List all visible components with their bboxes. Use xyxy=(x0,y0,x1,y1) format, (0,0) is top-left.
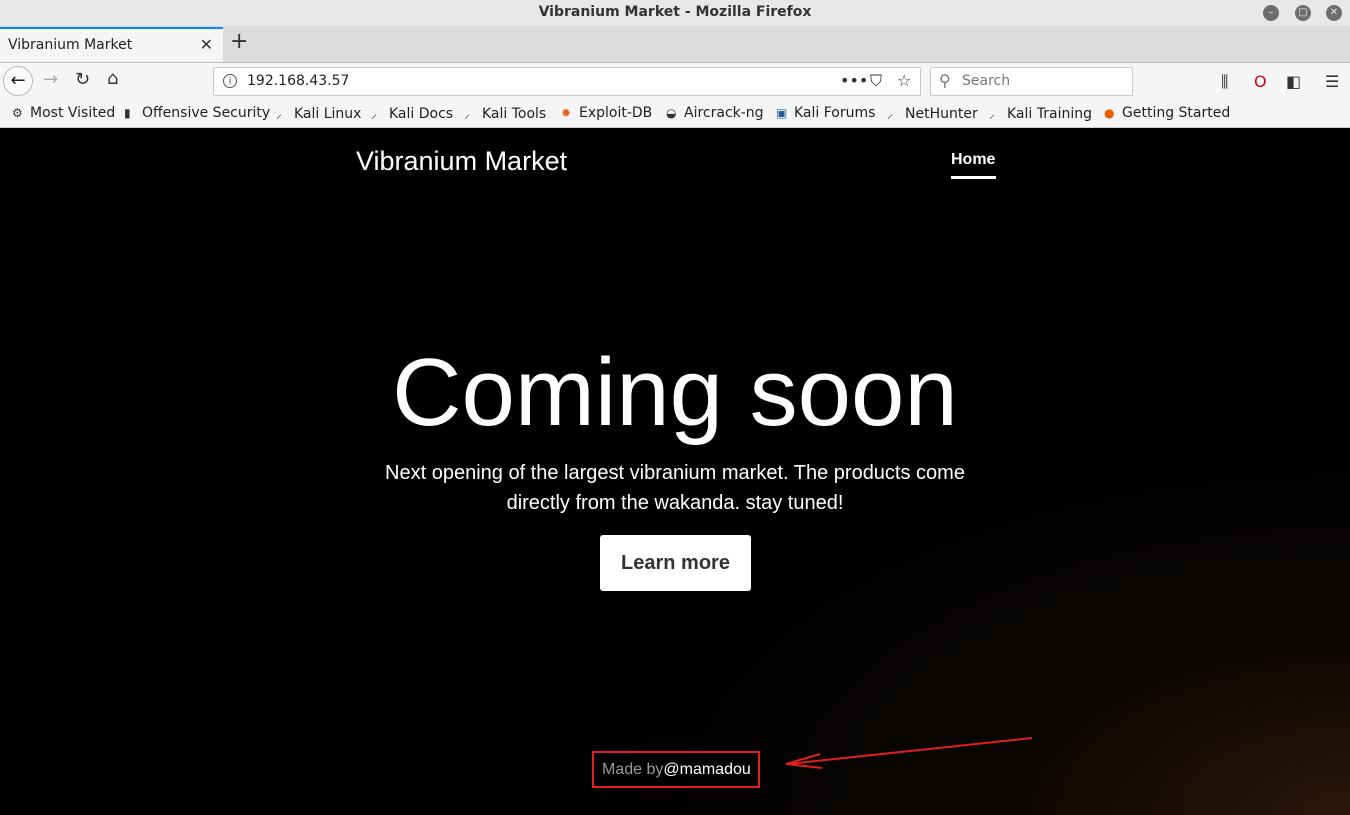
opera-icon[interactable]: O xyxy=(1254,72,1267,91)
info-icon[interactable]: i xyxy=(223,74,237,88)
new-tab-icon[interactable]: + xyxy=(230,29,248,54)
footer-highlight-box: Made by@mamadou xyxy=(592,751,760,788)
footer-author-link[interactable]: @mamadou xyxy=(663,761,750,778)
hero-headline: Coming soon xyxy=(392,339,958,446)
search-input[interactable]: Search xyxy=(962,73,1010,89)
bookmark-star-icon[interactable]: ☆ xyxy=(897,71,911,90)
window-title: Vibranium Market - Mozilla Firefox xyxy=(538,4,812,20)
arrow-shaft xyxy=(787,737,1033,765)
navigation-toolbar: ← → ↻ ⌂ i 192.168.43.57 ••• ⛉ ☆ ⚲ Search… xyxy=(0,63,1350,100)
hero-lead: Next opening of the largest vibranium ma… xyxy=(385,462,965,514)
page-actions-icon[interactable]: ••• xyxy=(840,71,868,90)
bookmark-aircrack-ng[interactable]: ◒ Aircrack-ng xyxy=(666,105,764,121)
learn-more-button[interactable]: Learn more xyxy=(600,535,751,591)
reload-icon[interactable]: ↻ xyxy=(75,69,90,90)
bookmark-kali-docs[interactable]: ⸝ Kali Docs xyxy=(371,105,453,122)
url-input[interactable]: 192.168.43.57 xyxy=(247,73,349,89)
bookmark-kali-linux[interactable]: ⸝ Kali Linux xyxy=(276,105,361,122)
close-window-icon[interactable]: ✕ xyxy=(1326,5,1342,21)
exploit-db-icon: ✹ xyxy=(561,106,572,120)
bookmark-offensive-security[interactable]: ▮ Offensive Security xyxy=(124,105,270,121)
kali-icon: ⸝ xyxy=(464,107,471,121)
window-titlebar: Vibranium Market - Mozilla Firefox – □ ✕ xyxy=(0,0,1350,27)
sidebar-icon[interactable]: ◧ xyxy=(1286,72,1301,91)
aircrack-icon: ◒ xyxy=(666,106,677,120)
bookmark-kali-forums[interactable]: ▣ Kali Forums xyxy=(776,105,875,121)
back-icon[interactable]: ← xyxy=(3,66,33,96)
bookmark-getting-started[interactable]: ● Getting Started xyxy=(1104,105,1230,121)
tab-bar: Vibranium Market ✕ + xyxy=(0,27,1350,63)
bookmark-exploit-db[interactable]: ✹ Exploit-DB xyxy=(561,105,652,121)
bookmark-most-visited[interactable]: ⚙ Most Visited xyxy=(12,105,115,121)
nav-active-indicator xyxy=(951,176,996,179)
page-content: Vibranium Market Home Coming soon Next o… xyxy=(0,128,1350,815)
footer-credit: Made by@mamadou xyxy=(602,761,751,779)
footer-made-by: Made by xyxy=(602,761,664,778)
maximize-icon[interactable]: □ xyxy=(1295,5,1311,21)
url-bar[interactable]: i 192.168.43.57 ••• ⛉ ☆ xyxy=(213,67,921,96)
firefox-icon: ● xyxy=(1104,106,1115,120)
pocket-icon[interactable]: ⛉ xyxy=(870,71,882,91)
search-bar[interactable]: ⚲ Search xyxy=(930,67,1133,96)
bookmark-kali-tools[interactable]: ⸝ Kali Tools xyxy=(464,105,546,122)
minimize-icon[interactable]: – xyxy=(1263,5,1279,21)
bookmark-kali-training[interactable]: ⸝ Kali Training xyxy=(989,105,1092,122)
library-icon[interactable]: ⫼ xyxy=(1221,72,1228,92)
kali-icon: ⸝ xyxy=(276,107,283,121)
offsec-icon: ▮ xyxy=(124,106,131,120)
annotation-arrow xyxy=(785,737,1033,769)
menu-icon[interactable]: ☰ xyxy=(1325,72,1339,91)
site-brand[interactable]: Vibranium Market xyxy=(356,146,567,177)
bookmark-nethunter[interactable]: ⸝ NetHunter xyxy=(887,105,978,122)
bookmarks-toolbar: ⚙ Most Visited ▮ Offensive Security ⸝ Kali … xyxy=(0,100,1350,128)
home-icon[interactable]: ⌂ xyxy=(107,68,118,89)
kali-icon: ⸝ xyxy=(989,107,996,121)
kali-forums-icon: ▣ xyxy=(776,106,788,120)
close-tab-icon[interactable]: ✕ xyxy=(200,35,213,54)
tab-vibranium-market[interactable]: Vibranium Market ✕ xyxy=(0,27,223,62)
gear-icon: ⚙ xyxy=(12,106,23,120)
tab-title: Vibranium Market xyxy=(8,37,133,53)
search-icon: ⚲ xyxy=(939,71,951,90)
nav-home-link[interactable]: Home xyxy=(951,151,995,169)
kali-icon: ⸝ xyxy=(887,107,894,121)
forward-icon[interactable]: → xyxy=(43,69,58,90)
kali-icon: ⸝ xyxy=(371,107,378,121)
